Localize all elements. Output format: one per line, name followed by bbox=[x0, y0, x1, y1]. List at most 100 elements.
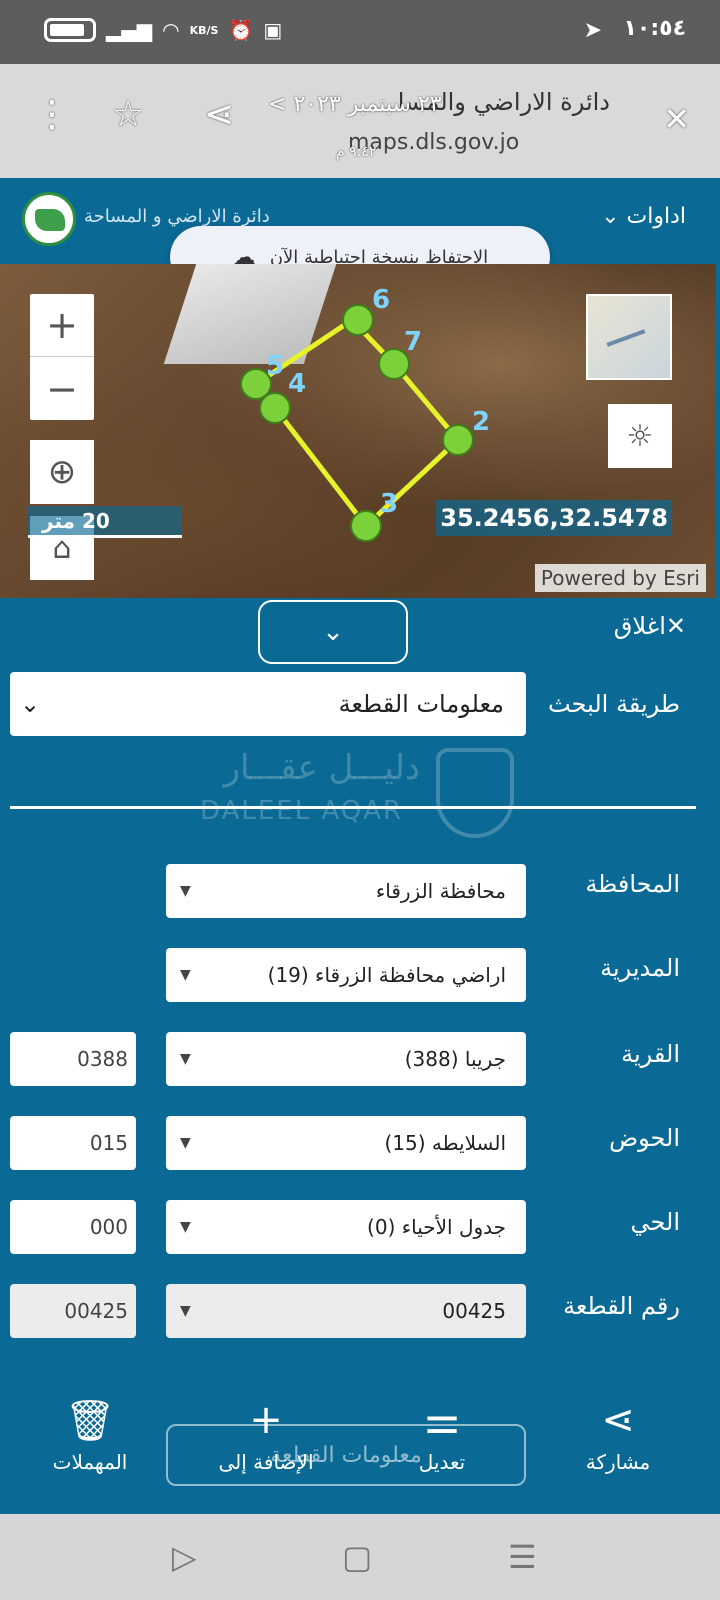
zoom-control: + − bbox=[30, 294, 94, 420]
sliders-icon: ⚌ bbox=[424, 1397, 460, 1443]
parcel-number-value: 00425 bbox=[442, 1299, 506, 1323]
caret-down-icon: ▼ bbox=[180, 967, 191, 983]
status-bar: ▂▄▆ ◠ KB/S ⏰ ▣ ➤ ١٠:٥٤ bbox=[0, 0, 720, 64]
zoom-in-button[interactable]: + bbox=[30, 294, 94, 357]
parcel-point bbox=[342, 304, 374, 336]
search-panel: ⌄ ✕اغلاق طريقة البحث ⌄ معلومات القطعة دل… bbox=[0, 598, 716, 1496]
bookmark-star-icon[interactable]: ☆ bbox=[112, 94, 144, 135]
basin-code-input[interactable]: 015 bbox=[10, 1116, 136, 1170]
parcel-boundary-line bbox=[252, 317, 462, 530]
alarm-icon: ⏰ bbox=[228, 18, 254, 42]
watermark-arabic: دليـــل عقـــار bbox=[223, 748, 420, 788]
nfc-icon: ▣ bbox=[263, 18, 283, 42]
brightness-button[interactable]: ☼ bbox=[608, 404, 672, 468]
zoom-out-button[interactable]: − bbox=[30, 357, 94, 420]
collapse-panel-button[interactable]: ⌄ bbox=[258, 600, 408, 664]
more-menu-icon[interactable]: ⋮ bbox=[34, 94, 70, 135]
caret-down-icon: ▼ bbox=[180, 1219, 191, 1235]
share-icon: ⋖ bbox=[601, 1397, 635, 1443]
village-label: القرية bbox=[621, 1040, 680, 1068]
watermark: دليـــل عقـــار DALEEL AQAR bbox=[200, 748, 520, 848]
recents-nav-icon[interactable]: ☰ bbox=[508, 1538, 537, 1576]
status-icons: ▂▄▆ ◠ KB/S ⏰ ▣ bbox=[44, 18, 282, 42]
action-bar: 🗑 المهملات + الإضافة إلى ⚌ تعديل ⋖ مشارك… bbox=[0, 1392, 716, 1496]
photo-date[interactable]: ٢٣ سبتمبر ٢٠٢٣ > bbox=[268, 92, 442, 117]
village-code-input[interactable]: 0388 bbox=[10, 1032, 136, 1086]
share-icon[interactable]: ⋖ bbox=[204, 94, 234, 135]
close-panel-button[interactable]: ✕اغلاق bbox=[614, 612, 686, 640]
parcel-point-label: 5 bbox=[266, 351, 284, 381]
close-label: اغلاق bbox=[613, 612, 666, 640]
governorate-select[interactable]: ▼ محافظة الزرقاء bbox=[166, 864, 526, 918]
directorate-label: المديرية bbox=[600, 954, 680, 982]
parcel-point-label: 2 bbox=[472, 407, 490, 437]
dls-logo bbox=[22, 192, 76, 246]
edit-button[interactable]: ⚌ تعديل bbox=[362, 1392, 522, 1474]
district-value: جدول الأحياء (0) bbox=[367, 1215, 506, 1239]
governorate-value: محافظة الزرقاء bbox=[375, 879, 506, 903]
trash-label: المهملات bbox=[52, 1450, 128, 1474]
village-select[interactable]: ▼ جريبا (388) bbox=[166, 1032, 526, 1086]
search-method-label: طريقة البحث bbox=[548, 690, 680, 718]
close-icon[interactable]: ✕ bbox=[663, 100, 690, 138]
photo-time: ٩:٤٢ م bbox=[336, 144, 377, 160]
crosshair-icon: ⊕ bbox=[47, 452, 77, 492]
sun-icon: ☼ bbox=[626, 418, 654, 454]
plus-icon: + bbox=[249, 1397, 283, 1443]
parcel-point bbox=[442, 424, 474, 456]
chevron-down-icon: ⌄ bbox=[20, 690, 41, 718]
trash-button[interactable]: 🗑 المهملات bbox=[10, 1392, 170, 1475]
caret-down-icon: ▼ bbox=[180, 883, 191, 899]
battery-icon bbox=[44, 18, 96, 42]
village-value: جريبا (388) bbox=[404, 1047, 506, 1071]
add-to-button[interactable]: + الإضافة إلى bbox=[186, 1392, 346, 1474]
system-navigation-bar: ▷ ▢ ☰ bbox=[0, 1514, 720, 1600]
coordinates-readout: 35.2456,32.5478 bbox=[436, 500, 672, 536]
locate-button[interactable]: ⊕ bbox=[30, 440, 94, 504]
telegram-icon: ➤ bbox=[583, 18, 602, 43]
scale-bar: 20 متر bbox=[28, 506, 182, 538]
home-nav-icon[interactable]: ▢ bbox=[342, 1538, 372, 1576]
search-method-select[interactable]: ⌄ معلومات القطعة bbox=[10, 672, 526, 736]
browser-toolbar: ⋮ ☆ ⋖ دائرة الاراضي والمسا ٢٣ سبتمبر ٢٠٢… bbox=[0, 64, 720, 178]
parcel-number-select[interactable]: ▼ 00425 bbox=[166, 1284, 526, 1338]
parcel-code-input[interactable]: 00425 bbox=[10, 1284, 136, 1338]
chevron-down-icon: ⌄ bbox=[601, 204, 620, 229]
network-speed: KB/S bbox=[189, 23, 219, 37]
district-label: الحي bbox=[630, 1208, 680, 1236]
basin-label: الحوض bbox=[609, 1124, 680, 1152]
share-button[interactable]: ⋖ مشاركة bbox=[538, 1392, 698, 1474]
district-select[interactable]: ▼ جدول الأحياء (0) bbox=[166, 1200, 526, 1254]
wifi-icon: ◠ bbox=[162, 18, 180, 42]
back-nav-icon[interactable]: ▷ bbox=[172, 1538, 197, 1576]
caret-down-icon: ▼ bbox=[180, 1135, 191, 1151]
parcel-point-label: 7 bbox=[404, 327, 422, 357]
add-to-label: الإضافة إلى bbox=[218, 1450, 314, 1474]
close-icon: ✕ bbox=[665, 612, 686, 640]
edit-label: تعديل bbox=[418, 1450, 466, 1474]
watermark-english: DALEEL AQAR bbox=[200, 796, 404, 826]
search-method-value: معلومات القطعة bbox=[338, 690, 504, 718]
watermark-shield-icon bbox=[436, 748, 514, 838]
caret-down-icon: ▼ bbox=[180, 1303, 191, 1319]
tools-label: اداوات bbox=[626, 204, 686, 229]
basin-select[interactable]: ▼ السلايطه (15) bbox=[166, 1116, 526, 1170]
basin-value: السلايطه (15) bbox=[384, 1131, 506, 1155]
caret-down-icon: ▼ bbox=[180, 1051, 191, 1067]
governorate-label: المحافظة bbox=[585, 870, 680, 898]
parcel-point bbox=[350, 510, 382, 542]
directorate-value: اراضي محافظة الزرقاء (19) bbox=[267, 963, 506, 987]
basemap-thumbnail[interactable] bbox=[586, 294, 672, 380]
tools-menu[interactable]: اداوات ⌄ bbox=[601, 204, 686, 229]
parcel-number-label: رقم القطعة bbox=[563, 1292, 680, 1320]
parcel-point-label: 4 bbox=[288, 369, 306, 399]
share-label: مشاركة bbox=[585, 1450, 651, 1474]
map-view[interactable]: 2 3 4 5 6 7 + − ⊕ ⌂ 20 متر ☼ 35.2456,32.… bbox=[0, 264, 716, 598]
clock: ١٠:٥٤ bbox=[623, 16, 686, 41]
directorate-select[interactable]: ▼ اراضي محافظة الزرقاء (19) bbox=[166, 948, 526, 1002]
department-name: دائرة الاراضي و المساحة bbox=[84, 206, 270, 227]
district-code-input[interactable]: 000 bbox=[10, 1200, 136, 1254]
parcel-point-label: 6 bbox=[372, 285, 390, 315]
divider bbox=[10, 806, 696, 809]
map-attribution: Powered by Esri bbox=[534, 564, 706, 592]
